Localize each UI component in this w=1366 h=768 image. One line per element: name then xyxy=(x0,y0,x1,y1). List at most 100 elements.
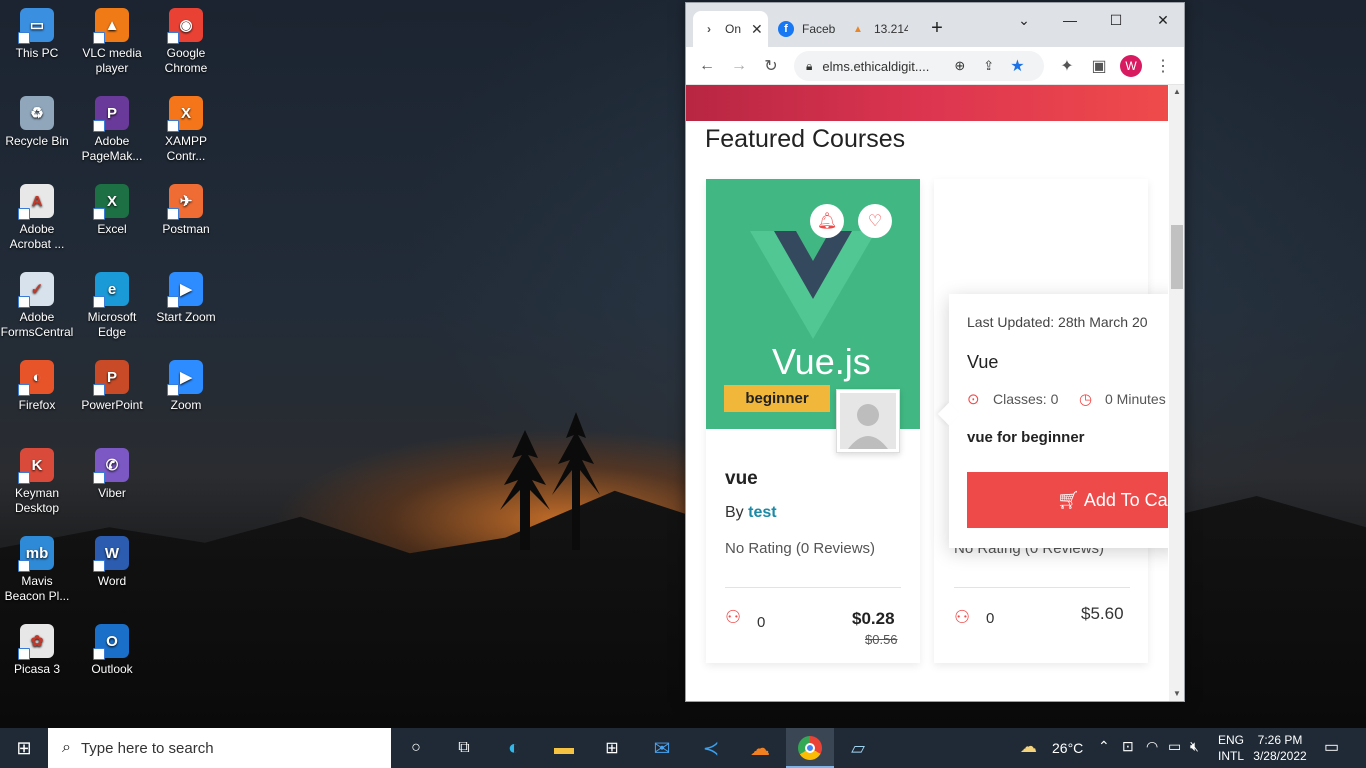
language-indicator[interactable]: ENG INTL xyxy=(1218,732,1244,764)
forward-icon[interactable]: → xyxy=(728,55,750,77)
course-rating: No Rating (0 Reviews) xyxy=(725,540,876,557)
vscode-icon[interactable]: ≺ xyxy=(697,734,725,762)
meet-now-icon[interactable]: ⊡ xyxy=(1122,738,1134,755)
tab-active[interactable]: › On ✕ xyxy=(693,11,768,47)
weather-icon[interactable]: ☁ xyxy=(1020,737,1037,757)
desktop-icon[interactable]: ▶ Zoom xyxy=(149,360,223,413)
share-icon[interactable]: ⇪ xyxy=(983,58,994,74)
desktop-icon[interactable]: ▶ Start Zoom xyxy=(149,272,223,325)
duration: 0 Minutes xyxy=(1105,391,1166,407)
wallpaper-trees xyxy=(500,412,600,550)
store-icon[interactable]: ⊞ xyxy=(598,734,626,762)
scrollbar[interactable]: ▲ ▼ xyxy=(1169,85,1184,701)
extensions-icon[interactable]: ✦ xyxy=(1056,55,1078,77)
chevron-right-icon: › xyxy=(707,22,711,36)
picasa-3-icon: ✿ xyxy=(18,624,54,660)
desktop-icon-label: Adobe FormsCentral xyxy=(0,310,74,339)
desktop-icon[interactable]: K Keyman Desktop xyxy=(0,448,74,516)
desktop-icon[interactable]: X Excel xyxy=(75,184,149,237)
section-title: Featured Courses xyxy=(705,125,906,153)
desktop-icon[interactable]: O Outlook xyxy=(75,624,149,677)
adobe-pagemak-icon: P xyxy=(93,96,129,132)
taskbar-search[interactable]: ⌕ Type here to search xyxy=(48,728,391,768)
tab-facebook[interactable]: f Faceb xyxy=(770,11,840,47)
heart-icon[interactable]: ♡ xyxy=(858,204,892,238)
by-label: By xyxy=(725,504,744,521)
side-panel-icon[interactable]: ▣ xyxy=(1088,55,1110,77)
facebook-icon: f xyxy=(778,21,794,37)
back-icon[interactable]: ← xyxy=(696,55,718,77)
classes-count: Classes: 0 xyxy=(993,391,1059,407)
add-to-cart-button[interactable]: 🛒︎ Add To Ca xyxy=(967,472,1168,528)
desktop-icon[interactable]: A Adobe Acrobat ... xyxy=(0,184,74,252)
bell-icon[interactable]: 🔔︎ xyxy=(810,204,844,238)
play-circle-icon: ⊙ xyxy=(967,391,980,408)
course-price: $0.28 xyxy=(852,609,895,628)
desktop-icon[interactable]: ▲ VLC media player xyxy=(75,8,149,76)
chrome-taskbar-active[interactable] xyxy=(786,728,834,768)
cortana-icon[interactable]: ○ xyxy=(402,734,430,762)
desktop-icon[interactable]: ♻ Recycle Bin xyxy=(0,96,74,149)
bookmark-star-icon[interactable]: ★ xyxy=(1010,56,1024,76)
close-window-button[interactable]: ✕ xyxy=(1152,9,1174,31)
desktop-icon[interactable]: ✆ Viber xyxy=(75,448,149,501)
weather-temp[interactable]: 26°C xyxy=(1052,740,1083,756)
scroll-down-arrow[interactable]: ▼ xyxy=(1173,689,1181,698)
url-text: elms.ethicaldigit.... xyxy=(822,58,930,74)
course-title[interactable]: vue xyxy=(725,468,758,490)
tab-search-icon[interactable]: ⌄ xyxy=(1013,9,1035,31)
task-view-icon[interactable]: ⧉ xyxy=(450,734,478,762)
menu-icon[interactable]: ⋮ xyxy=(1152,55,1174,77)
desktop-icon[interactable]: W Word xyxy=(75,536,149,589)
battery-icon[interactable]: ▭ xyxy=(1168,738,1181,755)
chrome-window: › On ✕ f Faceb ▲ 13.214 + ⌄ — ☐ ✕ ← → ↻ … xyxy=(685,2,1185,702)
user-icon: ⚇ xyxy=(725,607,742,627)
desktop-icon[interactable]: ✈ Postman xyxy=(149,184,223,237)
file-explorer-icon[interactable]: ▬ xyxy=(550,734,578,762)
clock[interactable]: 7:26 PM 3/28/2022 xyxy=(1250,732,1310,764)
zoom-icon[interactable]: ⊕ xyxy=(954,58,965,74)
instructor-avatar xyxy=(836,389,900,453)
excel-icon: X xyxy=(93,184,129,220)
desktop-icon-label: Zoom xyxy=(170,398,202,412)
address-bar[interactable]: 🔒︎ elms.ethicaldigit.... ⊕ ⇪ ★ xyxy=(794,51,1044,81)
scroll-up-arrow[interactable]: ▲ xyxy=(1173,87,1181,96)
notifications-icon[interactable]: ▭ xyxy=(1324,737,1339,757)
volume-icon[interactable]: 🔇︎ xyxy=(1190,738,1199,755)
maximize-button[interactable]: ☐ xyxy=(1105,9,1127,31)
desktop-icon-label: Adobe PageMak... xyxy=(81,134,143,163)
profile-avatar[interactable]: W xyxy=(1120,55,1142,77)
desktop-icon[interactable]: P Adobe PageMak... xyxy=(75,96,149,164)
edge-taskbar-icon[interactable]: ◐ xyxy=(500,734,528,762)
taskbar: ⊞ ⌕ Type here to search ○ ⧉ ◐ ▬ ⊞ ✉ ≺ ☁ … xyxy=(0,728,1366,768)
desktop-icon[interactable]: ▭ This PC xyxy=(0,8,74,61)
keyboard-layout: INTL xyxy=(1218,749,1245,763)
mail-icon[interactable]: ✉ xyxy=(648,734,676,762)
desktop-icon[interactable]: X XAMPP Contr... xyxy=(149,96,223,164)
desktop-icon[interactable]: ✿ Picasa 3 xyxy=(0,624,74,677)
tab-phpmyadmin[interactable]: ▲ 13.214 xyxy=(842,11,914,47)
wifi-icon[interactable]: ◠ xyxy=(1146,738,1158,755)
desktop-icon[interactable]: ◉ Google Chrome xyxy=(149,8,223,76)
desktop-icon[interactable]: e Microsoft Edge xyxy=(75,272,149,340)
desktop-icon[interactable]: mb Mavis Beacon Pl... xyxy=(0,536,74,604)
reload-icon[interactable]: ↻ xyxy=(760,55,782,77)
new-tab-button[interactable]: + xyxy=(926,17,948,39)
minimize-button[interactable]: — xyxy=(1059,9,1081,31)
desktop-icon-label: Keyman Desktop xyxy=(14,486,60,515)
scroll-thumb[interactable] xyxy=(1171,225,1183,289)
desktop-icon[interactable]: ◐ Firefox xyxy=(0,360,74,413)
desktop-icon-label: Adobe Acrobat ... xyxy=(9,222,65,251)
search-icon: ⌕ xyxy=(62,739,71,756)
desktop-icon[interactable]: P PowerPoint xyxy=(75,360,149,413)
chevron-up-icon[interactable]: ⌃ xyxy=(1098,738,1110,755)
notepad-icon[interactable]: ▱ xyxy=(844,734,872,762)
browser-toolbar: ← → ↻ 🔒︎ elms.ethicaldigit.... ⊕ ⇪ ★ ✦ ▣… xyxy=(686,47,1184,85)
author-link[interactable]: test xyxy=(748,504,776,521)
clock-date: 3/28/2022 xyxy=(1253,749,1307,763)
close-tab-icon[interactable]: ✕ xyxy=(751,21,763,38)
desktop-icon[interactable]: ✓ Adobe FormsCentral xyxy=(0,272,74,340)
start-button[interactable]: ⊞ xyxy=(10,734,38,762)
level-badge: beginner xyxy=(724,385,830,412)
cloudflare-icon[interactable]: ☁ xyxy=(746,734,774,762)
